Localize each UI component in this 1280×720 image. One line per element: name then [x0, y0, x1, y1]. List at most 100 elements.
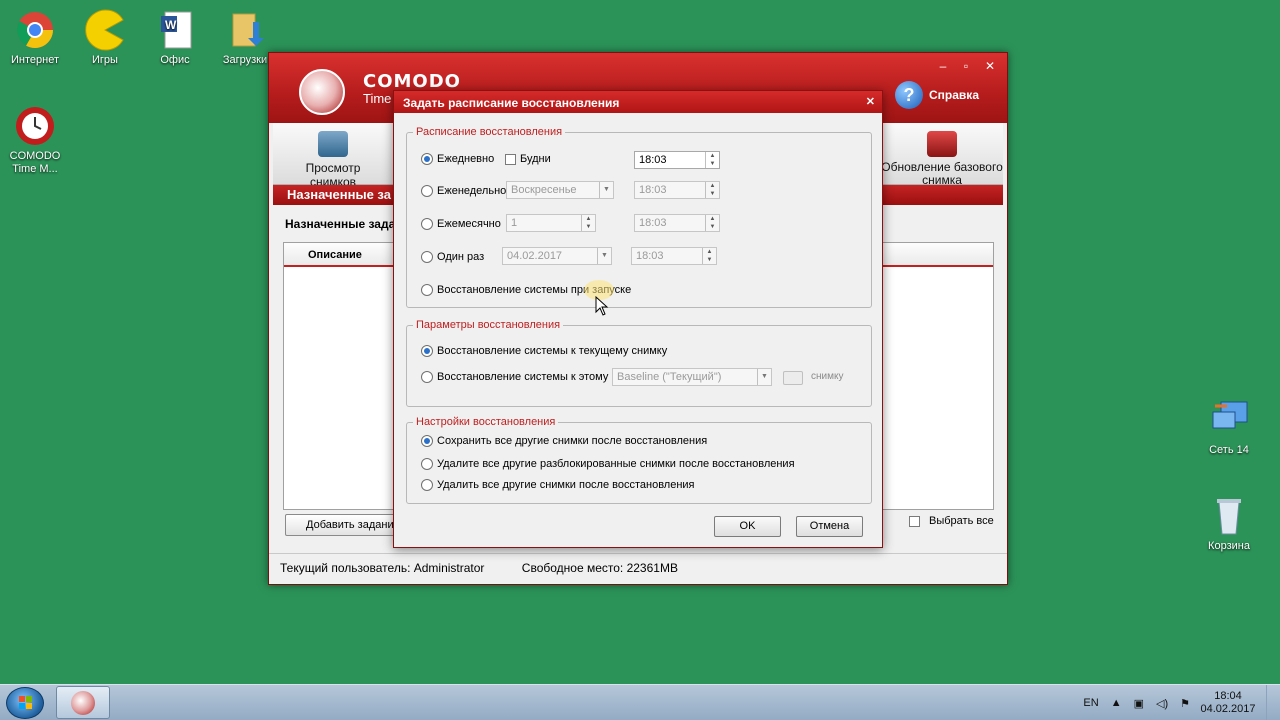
schedule-group-legend: Расписание восстановления [416, 126, 563, 138]
dialog-title-bar[interactable]: Задать расписание восстановления ✕ [394, 91, 882, 113]
chrome-icon [13, 8, 57, 52]
ok-button[interactable]: OK [714, 516, 781, 537]
help-button[interactable]: ? Справка [895, 81, 979, 109]
restore-params-group: Параметры восстановления [406, 319, 872, 407]
radio-button[interactable] [421, 218, 433, 230]
calendar-dropdown-icon[interactable]: ▼ [597, 248, 611, 264]
brand-subtitle: Time [363, 91, 392, 106]
radio-button[interactable] [421, 345, 433, 357]
time-spinner[interactable]: ▲ ▼ [702, 248, 716, 264]
clock[interactable]: 18:04 04.02.2017 [1196, 690, 1260, 716]
current-user-text: Текущий пользователь: Administrator [280, 561, 485, 575]
radio-button[interactable] [421, 153, 433, 165]
weekly-time-input[interactable]: 18:03 ▲ ▼ [634, 181, 720, 199]
maximize-button[interactable]: ▫ [957, 59, 975, 73]
update-baseline-button[interactable]: Обновление базового снимка [881, 131, 1003, 187]
weekly-time-value: 18:03 [639, 184, 667, 196]
snapshots-icon [318, 131, 348, 157]
dialog-close-button[interactable]: ✕ [866, 95, 875, 108]
keep-all-snapshots-radio[interactable]: Сохранить все другие снимки после восста… [421, 435, 707, 447]
desktop-icon-internet[interactable]: Интернет [0, 8, 70, 67]
snapshot-browse-button[interactable] [783, 371, 803, 385]
cancel-button[interactable]: Отмена [796, 516, 863, 537]
time-spinner[interactable]: ▲ ▼ [705, 152, 719, 168]
section-title: Назначенные задан [285, 217, 403, 231]
desktop-icon-games[interactable]: Игры [70, 8, 140, 67]
radio-button[interactable] [421, 458, 433, 470]
once-label: Один раз [437, 251, 485, 263]
windows-logo-icon [19, 696, 32, 709]
chevron-down-icon: ▼ [757, 369, 771, 385]
free-space-text: Свободное место: 22361MB [521, 561, 678, 575]
update-baseline-icon [927, 131, 957, 157]
comodo-clock-icon [71, 691, 95, 715]
chevron-down-icon: ▼ [599, 182, 613, 198]
snapshot-select-value: Baseline ("Текущий") [617, 371, 722, 383]
day-spinner[interactable]: ▲ ▼ [581, 215, 595, 231]
once-time-input[interactable]: 18:03 ▲ ▼ [631, 247, 717, 265]
radio-button[interactable] [421, 251, 433, 263]
tray-expand-icon[interactable]: ▲ [1111, 697, 1122, 709]
monthly-radio[interactable]: Ежемесячно [421, 218, 501, 230]
delete-all-radio[interactable]: Удалить все другие снимки после восстано… [421, 479, 695, 491]
desktop-icon-label: COMODO [9, 150, 61, 162]
daily-time-input[interactable]: 18:03 ▲ ▼ [634, 151, 720, 169]
weekly-day-select[interactable]: Воскресенье ▼ [506, 181, 614, 199]
snapshot-select[interactable]: Baseline ("Текущий") ▼ [612, 368, 772, 386]
monthly-label: Ежемесячно [437, 218, 501, 230]
minimize-button[interactable]: – [934, 59, 952, 73]
keep-all-label: Сохранить все другие снимки после восста… [437, 435, 708, 447]
weekly-label: Еженедельно [437, 185, 507, 197]
restore-to-this-label: Восстановление системы к этому [437, 371, 609, 383]
restore-to-this-radio[interactable]: Восстановление системы к этому [421, 371, 608, 383]
radio-button[interactable] [421, 435, 433, 447]
radio-button[interactable] [421, 371, 433, 383]
language-indicator[interactable]: EN [1083, 697, 1098, 709]
desktop-icon-network[interactable]: Сеть 14 [1194, 398, 1264, 457]
snapshot-suffix-label: снимку [811, 371, 844, 382]
clock-time: 18:04 [1214, 690, 1242, 702]
weekdays-checkbox[interactable] [505, 153, 516, 165]
radio-button[interactable] [421, 185, 433, 197]
select-all-checkbox[interactable] [909, 515, 920, 527]
desktop-icon-recycle-bin[interactable]: Корзина [1194, 494, 1264, 553]
select-all[interactable]: Выбрать все [909, 515, 994, 527]
desktop-icon-label: Корзина [1208, 540, 1250, 552]
weekly-radio[interactable]: Еженедельно [421, 185, 506, 197]
time-spinner[interactable]: ▲ ▼ [705, 182, 719, 198]
radio-button[interactable] [421, 284, 433, 296]
params-group-legend: Параметры восстановления [416, 319, 561, 331]
taskbar-comodo-app[interactable] [56, 686, 110, 719]
monthly-day-input[interactable]: 1 ▲ ▼ [506, 214, 596, 232]
weekdays-label: Будни [520, 153, 551, 165]
view-snapshots-button[interactable]: Просмотр снимков [281, 131, 385, 189]
volume-icon[interactable]: ◁) [1156, 697, 1168, 710]
radio-button[interactable] [421, 479, 433, 491]
desktop-icon-label: Интернет [11, 54, 59, 66]
start-button[interactable] [6, 687, 44, 719]
monthly-time-input[interactable]: 18:03 ▲ ▼ [634, 214, 720, 232]
once-radio[interactable]: Один раз [421, 251, 484, 263]
monthly-time-value: 18:03 [639, 217, 667, 229]
taskbar: EN ▲ ▣ ◁) ⚑ 18:04 04.02.2017 [0, 684, 1280, 720]
desktop-icon-comodo[interactable]: COMODO Time M... [0, 104, 70, 176]
settings-group-legend: Настройки восстановления [416, 416, 556, 428]
help-label: Справка [929, 88, 979, 102]
network-tray-icon[interactable]: ▣ [1134, 697, 1144, 710]
desktop-icon-label: Time M... [12, 163, 58, 175]
once-date-input[interactable]: 04.02.2017 ▼ [502, 247, 612, 265]
daily-radio[interactable]: Ежедневно [421, 153, 494, 165]
show-desktop-button[interactable] [1266, 685, 1280, 720]
restore-to-current-radio[interactable]: Восстановление системы к текущему снимку [421, 345, 667, 357]
help-question-icon: ? [895, 81, 924, 109]
comodo-clock-icon [13, 104, 57, 148]
weekdays-checkbox-row[interactable]: Будни [505, 153, 551, 165]
network-icon [1207, 398, 1251, 442]
delete-unlocked-radio[interactable]: Удалите все другие разблокированные сним… [421, 458, 795, 470]
desktop-icon-office[interactable]: W Офис [140, 8, 210, 67]
close-button[interactable]: ✕ [981, 59, 999, 73]
time-spinner[interactable]: ▲ ▼ [705, 215, 719, 231]
desktop-icon-label: Сеть 14 [1209, 444, 1249, 456]
word-icon: W [153, 8, 197, 52]
flag-icon[interactable]: ⚑ [1180, 697, 1190, 710]
